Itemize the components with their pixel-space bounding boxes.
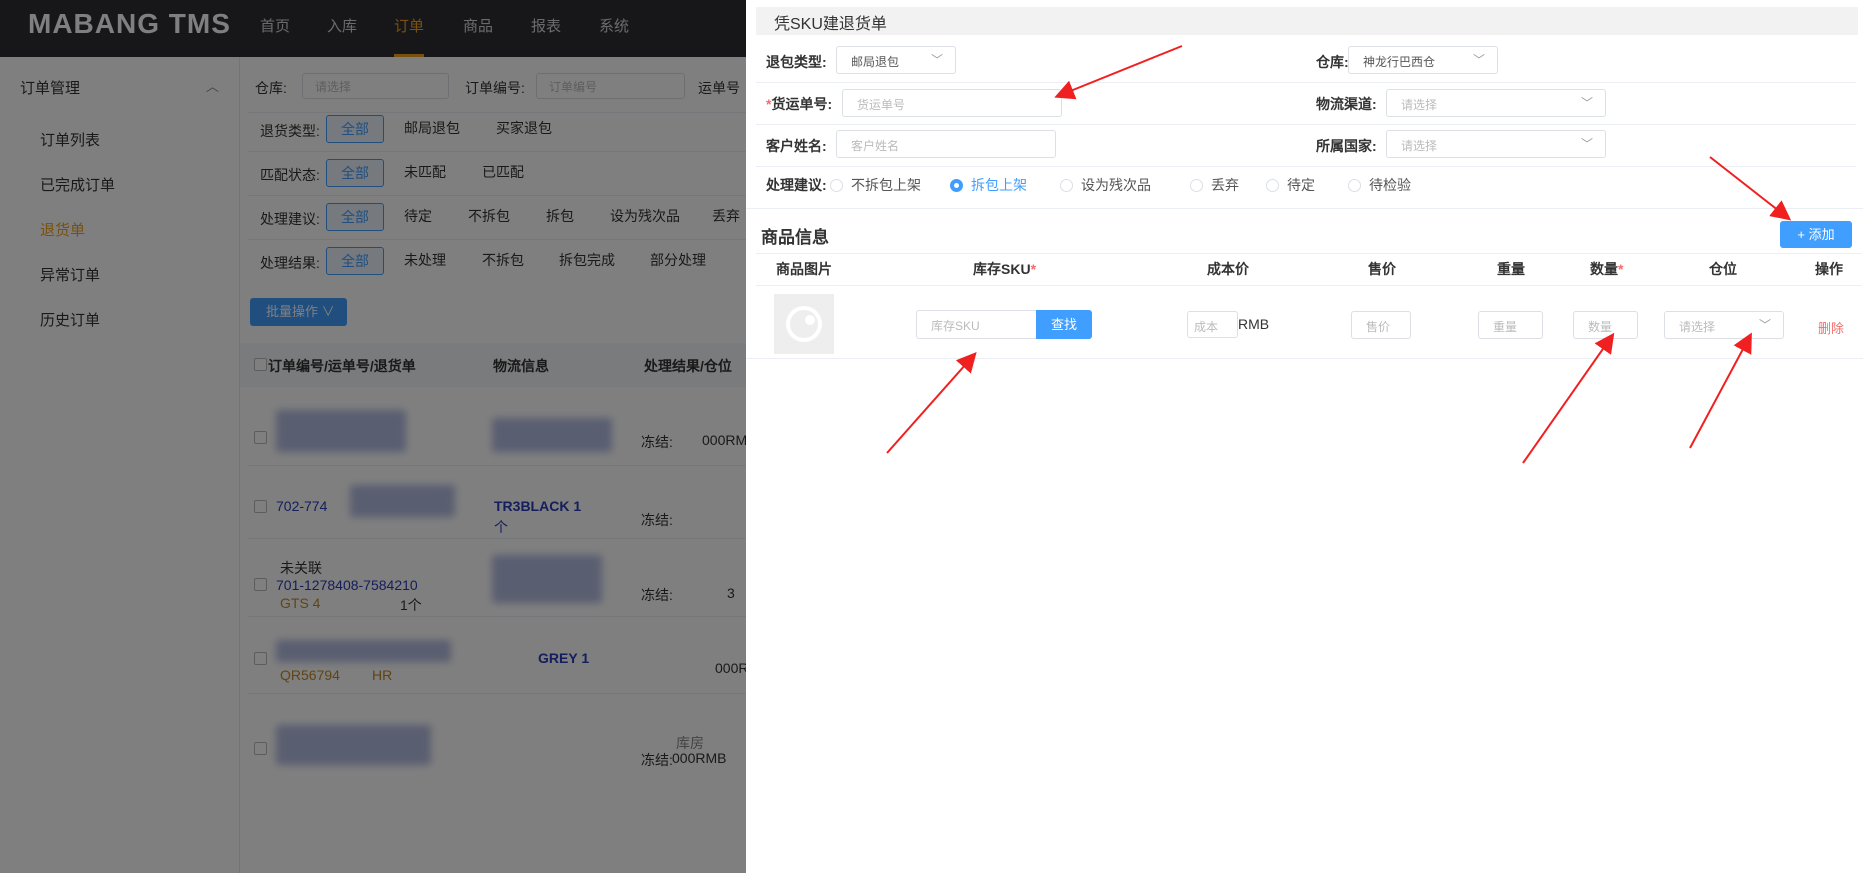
arrow-to-add-button: [1709, 156, 1792, 221]
arrow-to-location-select: [1689, 332, 1752, 449]
arrow-to-qty-input: [1522, 332, 1615, 464]
arrow-to-waybill: [1054, 45, 1183, 100]
arrow-to-sku-input: [886, 352, 977, 454]
annotation-arrows: [886, 45, 1792, 464]
